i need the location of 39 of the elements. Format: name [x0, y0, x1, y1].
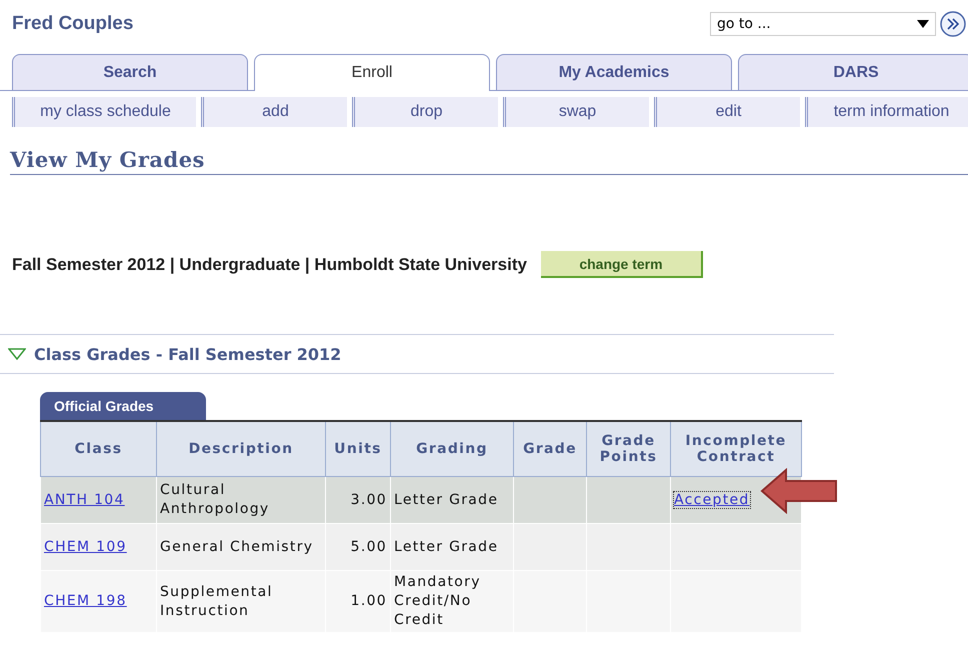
page-title: View My Grades — [10, 147, 968, 175]
column-header: Grade — [514, 421, 586, 476]
section-title: Class Grades - Fall Semester 2012 — [34, 344, 342, 364]
grid-tab[interactable]: Official Grades — [40, 392, 206, 420]
table-cell: 1.00 — [326, 570, 390, 632]
subnav-link[interactable]: term information — [805, 97, 968, 127]
column-header: Class — [40, 421, 156, 476]
table-cell: General Chemistry — [156, 524, 326, 570]
collapse-triangle-icon[interactable] — [8, 348, 26, 360]
table-cell: 3.00 — [326, 476, 390, 524]
table-cell: Mandatory Credit/No Credit — [390, 570, 514, 632]
subnav-link[interactable]: edit — [654, 97, 800, 127]
column-header: Grading — [390, 421, 514, 476]
table-cell: 5.00 — [326, 524, 390, 570]
caret-icon — [917, 20, 929, 28]
term-info: Fall Semester 2012 | Undergraduate | Humboldt State University — [12, 254, 527, 274]
table-cell: Supplemental Instruction — [156, 570, 326, 632]
nav-tab[interactable]: My Academics — [496, 54, 732, 90]
table-cell: Letter Grade — [390, 524, 514, 570]
subnav-link[interactable]: drop — [352, 97, 498, 127]
table-link[interactable]: Accepted — [674, 492, 750, 508]
nav-tab[interactable]: DARS — [738, 54, 968, 90]
subnav-link[interactable]: swap — [503, 97, 649, 127]
nav-tab[interactable]: Search — [12, 54, 248, 90]
subnav-link[interactable]: add — [201, 97, 347, 127]
column-header: Description — [156, 421, 326, 476]
column-header: Grade Points — [586, 421, 670, 476]
subnav-link[interactable]: my class schedule — [12, 97, 196, 127]
go-to-dropdown[interactable]: go to ... — [710, 12, 936, 36]
user-name: Fred Couples — [12, 13, 134, 35]
arrow-icon — [760, 468, 838, 514]
change-term-button[interactable]: change term — [540, 251, 703, 278]
column-header: Incomplete Contract — [670, 421, 802, 476]
table-cell: Cultural Anthropology — [156, 476, 326, 524]
table-link[interactable]: CHEM 198 — [44, 593, 127, 609]
go-button[interactable] — [940, 11, 966, 37]
table-cell: Letter Grade — [390, 476, 514, 524]
column-header: Units — [326, 421, 390, 476]
nav-tab[interactable]: Enroll — [254, 54, 490, 91]
